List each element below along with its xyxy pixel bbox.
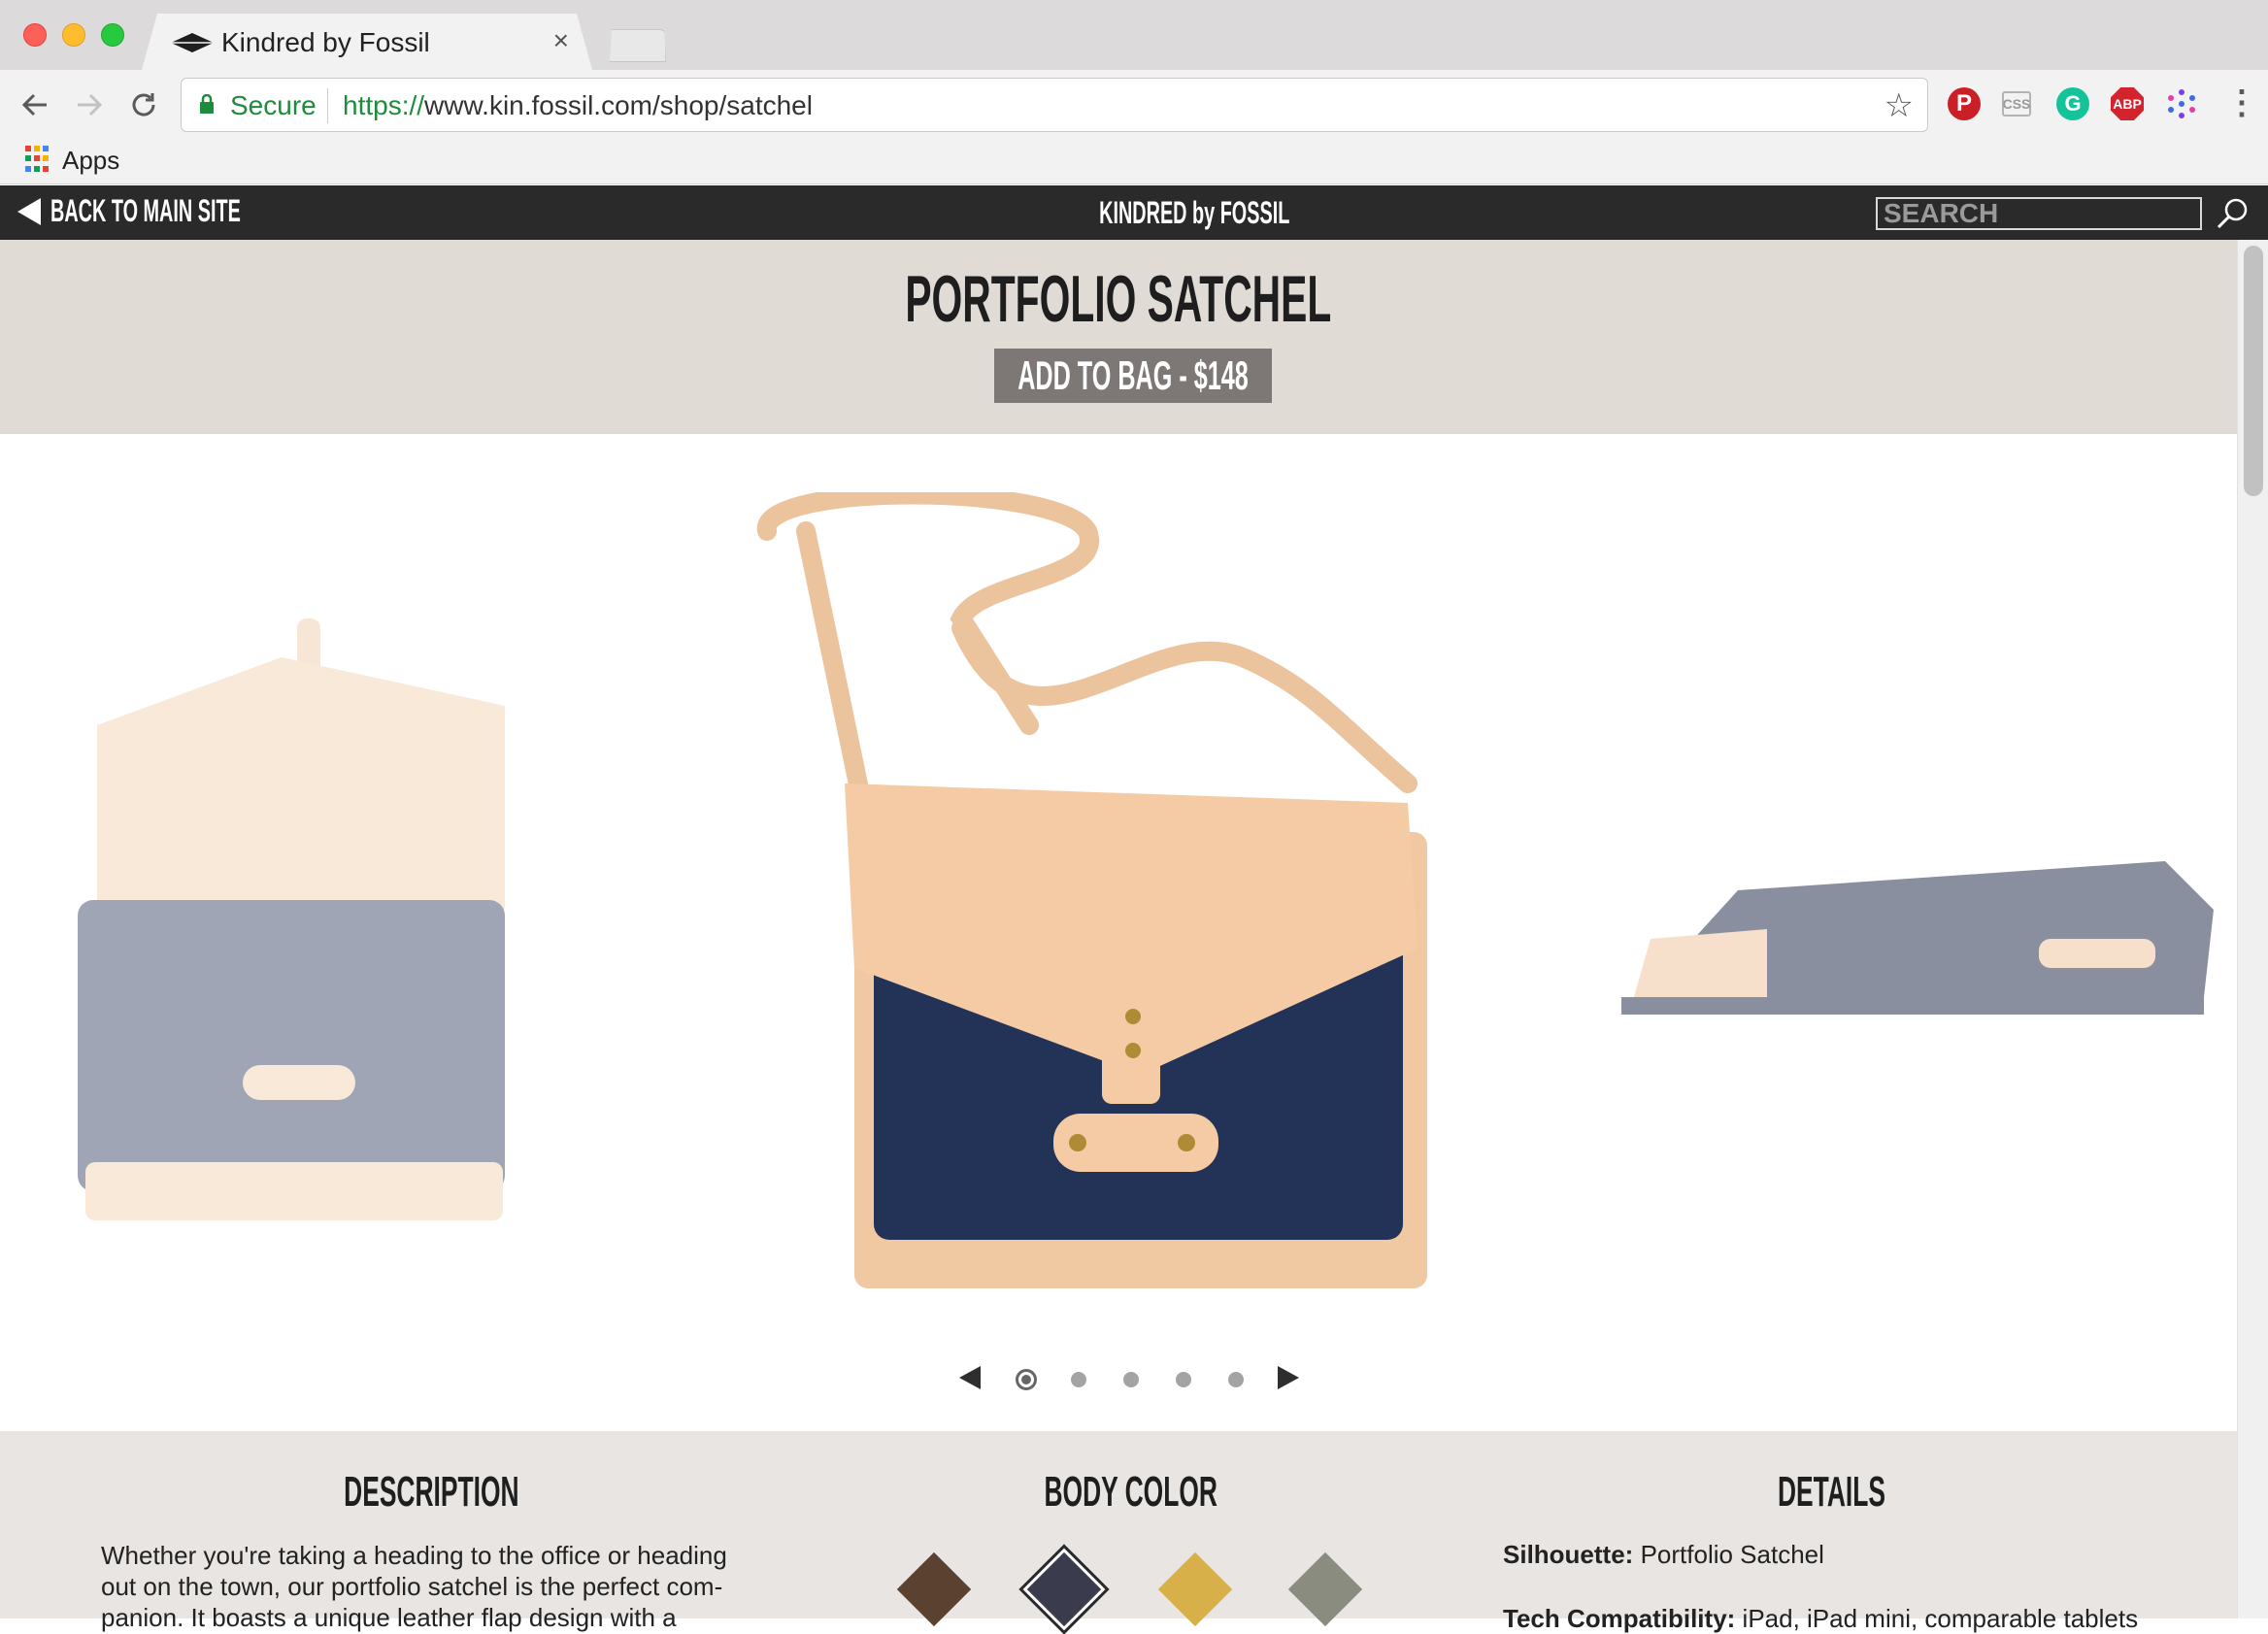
secure-label: Secure xyxy=(230,90,317,120)
satchel-open-image[interactable] xyxy=(78,618,524,1220)
details-value: Portfolio Satchel xyxy=(1640,1540,1824,1569)
reload-button[interactable] xyxy=(118,80,169,130)
address-bar[interactable]: Secure https://www.kin.fossil.com/shop/s… xyxy=(181,78,1928,132)
details-label: Tech Compatibility: xyxy=(1503,1604,1736,1633)
add-to-bag-button[interactable]: ADD TO BAG - $148 xyxy=(994,349,1272,403)
adblock-plus-icon[interactable]: ABP xyxy=(2111,87,2144,120)
browser-menu-icon[interactable]: ⋮ xyxy=(2225,83,2258,122)
back-arrow-icon xyxy=(21,93,47,117)
omnibox-divider xyxy=(327,88,328,123)
carousel-dot-3[interactable] xyxy=(1123,1372,1139,1387)
search-icon[interactable] xyxy=(2216,197,2249,230)
body-color-heading: BODY COLOR xyxy=(937,1468,1325,1517)
url-text[interactable]: https://www.kin.fossil.com/shop/satchel xyxy=(343,90,813,121)
apps-grid-icon[interactable] xyxy=(25,146,52,173)
forward-button[interactable] xyxy=(64,80,115,130)
back-link-label: BACK TO MAIN SITE xyxy=(50,193,241,228)
details-value: iPad, iPad mini, comparable tablets xyxy=(1742,1604,2139,1633)
close-window-button[interactable] xyxy=(23,23,47,47)
new-tab-button[interactable] xyxy=(602,29,666,62)
pinterest-icon[interactable]: P xyxy=(1948,87,1981,120)
bookmarks-bar: Apps xyxy=(0,140,2268,184)
back-button[interactable] xyxy=(10,80,60,130)
fossil-favicon-icon xyxy=(171,33,214,52)
search-input[interactable] xyxy=(1878,199,2200,228)
back-to-main-site-link[interactable]: BACK TO MAIN SITE xyxy=(17,193,357,229)
tab-title: Kindred by Fossil xyxy=(221,27,430,57)
url-scheme: https:// xyxy=(343,90,425,120)
body-color-heading-text: BODY COLOR xyxy=(1044,1468,1218,1516)
carousel-next-arrow-icon[interactable] xyxy=(1278,1366,1299,1389)
details-heading: DETAILS xyxy=(1637,1468,2025,1517)
description-heading: DESCRIPTION xyxy=(237,1468,625,1517)
site-navbar: BACK TO MAIN SITE KINDRED by FOSSIL xyxy=(0,185,2268,240)
minimize-window-button[interactable] xyxy=(62,23,85,47)
product-title: PORTFOLIO SATCHEL xyxy=(0,261,2237,337)
carousel-dot-5[interactable] xyxy=(1228,1372,1244,1387)
lock-icon xyxy=(200,94,214,114)
search-box xyxy=(1876,197,2202,230)
css-viewer-icon[interactable]: CSS xyxy=(2002,91,2031,117)
forward-arrow-icon xyxy=(78,93,103,117)
browser-tab-active[interactable]: Kindred by Fossil × xyxy=(142,14,592,70)
details-heading-text: DETAILS xyxy=(1777,1468,1885,1516)
apps-bookmark[interactable]: Apps xyxy=(62,146,119,176)
carousel-dot-1[interactable] xyxy=(1016,1369,1037,1390)
product-header: PORTFOLIO SATCHEL ADD TO BAG - $148 xyxy=(0,240,2237,434)
details-label: Silhouette: xyxy=(1503,1540,1634,1569)
details-row-silhouette: Silhouette: Portfolio Satchel xyxy=(1503,1540,1824,1570)
product-title-text: PORTFOLIO SATCHEL xyxy=(905,262,1332,336)
url-path: www.kin.fossil.com/shop/satchel xyxy=(424,90,813,120)
description-heading-text: DESCRIPTION xyxy=(343,1468,519,1516)
details-row-tech: Tech Compatibility: iPad, iPad mini, com… xyxy=(1503,1604,2138,1634)
product-info-section: DESCRIPTION BODY COLOR DETAILS Whether y… xyxy=(0,1431,2237,1633)
maximize-window-button[interactable] xyxy=(101,23,124,47)
browser-titlebar: Kindred by Fossil × xyxy=(0,0,2268,70)
extension-dots-icon[interactable] xyxy=(2165,87,2198,120)
browser-toolbar: Secure https://www.kin.fossil.com/shop/s… xyxy=(0,70,2268,140)
page-scrollbar[interactable] xyxy=(2237,240,2268,1618)
bookmark-star-icon[interactable]: ☆ xyxy=(1884,86,1914,125)
site-brand-label: KINDRED by FOSSIL xyxy=(1099,195,1290,230)
grammarly-icon[interactable]: G xyxy=(2056,87,2089,120)
carousel-prev-arrow-icon[interactable] xyxy=(959,1366,981,1389)
site-brand[interactable]: KINDRED by FOSSIL xyxy=(1041,195,1313,231)
back-triangle-icon xyxy=(17,198,41,225)
product-carousel xyxy=(0,434,2237,1431)
description-text: Whether you're taking a heading to the o… xyxy=(101,1541,727,1632)
satchel-front-image[interactable] xyxy=(738,492,1447,1298)
satchel-side-image[interactable] xyxy=(1621,851,2223,1046)
reload-icon xyxy=(132,93,155,117)
carousel-dot-2[interactable] xyxy=(1071,1372,1086,1387)
carousel-dot-4[interactable] xyxy=(1176,1372,1191,1387)
scrollbar-thumb[interactable] xyxy=(2244,246,2263,496)
tab-close-icon[interactable]: × xyxy=(553,25,569,56)
add-to-bag-label: ADD TO BAG - $148 xyxy=(1017,352,1249,398)
